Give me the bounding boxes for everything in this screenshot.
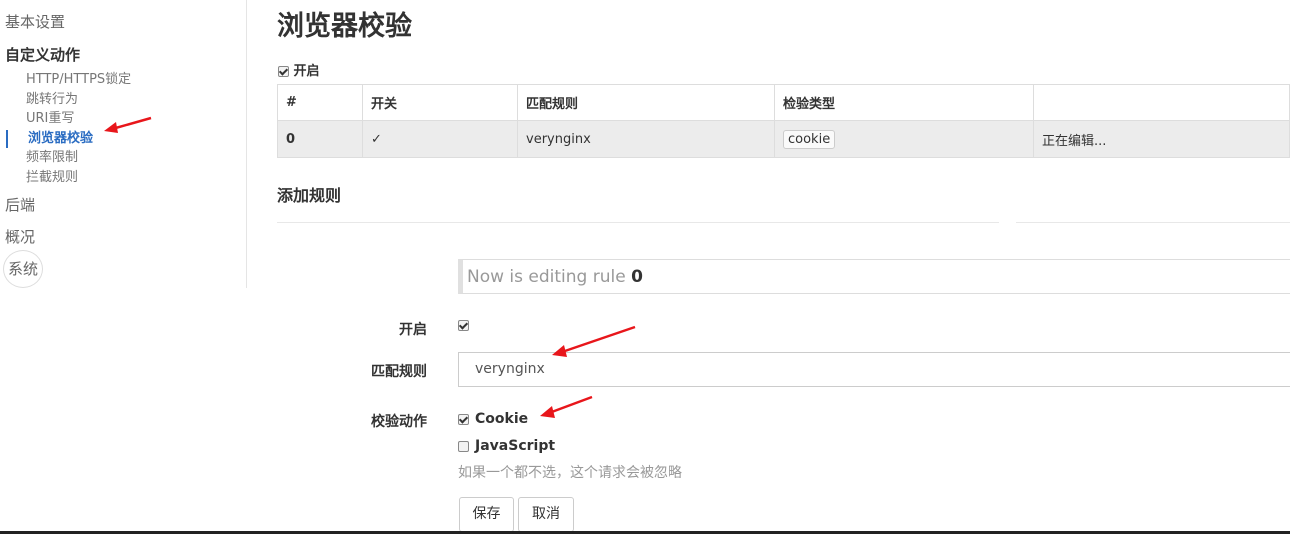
editing-notice: Now is editing rule 0: [458, 259, 1290, 294]
sidebar-item-backend[interactable]: 后端: [5, 195, 35, 215]
page: 基本设置 自定义动作 HTTP/HTTPS锁定 跳转行为 URI重写 浏览器校验…: [0, 0, 1290, 534]
form-enable-checkbox[interactable]: [458, 320, 469, 331]
sidebar-item-custom-actions[interactable]: 自定义动作: [5, 45, 80, 65]
cell-index: 0: [277, 120, 363, 158]
divider: [277, 222, 999, 223]
table-header-row: # 开关 匹配规则 检验类型: [277, 84, 1290, 121]
editing-rule-number: 0: [631, 267, 643, 287]
sidebar-item-redirect[interactable]: 跳转行为: [26, 91, 78, 109]
rules-table: # 开关 匹配规则 检验类型 0 ✓ verynginx cookie 正在编辑…: [277, 84, 1290, 158]
cancel-button[interactable]: 取消: [518, 497, 574, 532]
sidebar: 基本设置 自定义动作 HTTP/HTTPS锁定 跳转行为 URI重写 浏览器校验…: [0, 0, 247, 288]
enable-toggle[interactable]: 开启: [278, 60, 320, 79]
cookie-checkbox[interactable]: [458, 413, 469, 425]
sidebar-item-overview[interactable]: 概况: [5, 227, 35, 247]
cookie-label: Cookie: [475, 411, 529, 427]
javascript-checkbox[interactable]: [458, 440, 469, 452]
add-rule-title: 添加规则: [277, 186, 342, 205]
col-type: 检验类型: [774, 84, 1034, 121]
cookie-option[interactable]: Cookie: [458, 411, 528, 427]
form-match-label: 匹配规则: [371, 364, 427, 380]
col-switch: 开关: [362, 84, 518, 121]
col-index: #: [277, 84, 363, 121]
save-button[interactable]: 保存: [459, 497, 514, 532]
col-actions: [1033, 84, 1290, 121]
sidebar-item-system[interactable]: 系统: [3, 250, 43, 288]
form-hint: 如果一个都不选，这个请求会被忽略: [458, 465, 682, 481]
page-title: 浏览器校验: [277, 11, 412, 42]
cell-status: 正在编辑...: [1033, 120, 1290, 158]
javascript-option[interactable]: JavaScript: [458, 438, 555, 454]
sidebar-item-basic-settings[interactable]: 基本设置: [5, 12, 65, 32]
active-indicator: [6, 130, 8, 148]
enable-checkbox[interactable]: [278, 66, 289, 77]
enable-label: 开启: [293, 64, 320, 79]
sidebar-item-https-lock[interactable]: HTTP/HTTPS锁定: [26, 71, 131, 89]
sidebar-item-uri-rewrite[interactable]: URI重写: [26, 110, 74, 128]
match-rule-input[interactable]: verynginx: [458, 352, 1290, 387]
divider: [1016, 222, 1290, 223]
annotation-arrow-icon: [540, 395, 593, 418]
verify-type-badge: cookie: [783, 129, 836, 149]
sidebar-item-rate-limit[interactable]: 频率限制: [26, 149, 78, 167]
sidebar-item-block-rules[interactable]: 拦截规则: [26, 169, 78, 187]
cell-switch: ✓: [362, 120, 518, 158]
form-action-label: 校验动作: [371, 414, 427, 430]
form-enable-label: 开启: [399, 322, 427, 338]
col-match: 匹配规则: [517, 84, 775, 121]
editing-text: Now is editing rule: [467, 267, 626, 287]
table-row[interactable]: 0 ✓ verynginx cookie 正在编辑...: [277, 120, 1290, 158]
javascript-label: JavaScript: [475, 438, 556, 454]
sidebar-item-browser-verify[interactable]: 浏览器校验: [28, 130, 93, 148]
cell-match: verynginx: [517, 120, 775, 158]
cell-type: cookie: [774, 120, 1034, 158]
